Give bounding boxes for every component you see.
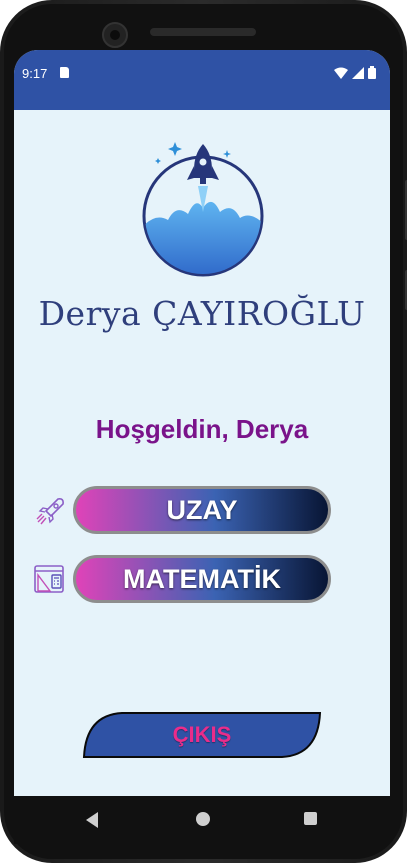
earpiece-speaker	[150, 28, 256, 36]
front-camera	[102, 22, 128, 48]
math-tools-icon	[34, 565, 64, 593]
status-time: 9:17	[22, 66, 48, 81]
home-icon[interactable]	[196, 812, 210, 826]
battery-icon	[368, 66, 376, 79]
brand-name: Derya ÇAYIROĞLU	[38, 294, 366, 333]
matematik-button[interactable]: MATEMATİK	[73, 555, 331, 603]
rocket-icon	[36, 498, 64, 525]
system-navigation-bar	[14, 796, 390, 844]
sd-card-icon	[60, 67, 69, 78]
uzay-button-label: UZAY	[166, 494, 238, 525]
rocket-launch-logo-icon	[142, 142, 264, 277]
welcome-text: Hoşgeldin, Derya	[95, 414, 309, 444]
exit-button[interactable]: ÇIKIŞ	[82, 711, 322, 759]
uzay-button[interactable]: UZAY	[73, 486, 331, 534]
status-indicators	[334, 66, 376, 79]
back-icon[interactable]	[86, 812, 98, 828]
wifi-icon	[334, 67, 348, 79]
recent-apps-icon[interactable]	[304, 812, 317, 825]
status-bar: 9:17	[14, 50, 390, 110]
signal-icon	[352, 66, 364, 79]
matematik-button-label: MATEMATİK	[123, 563, 281, 594]
